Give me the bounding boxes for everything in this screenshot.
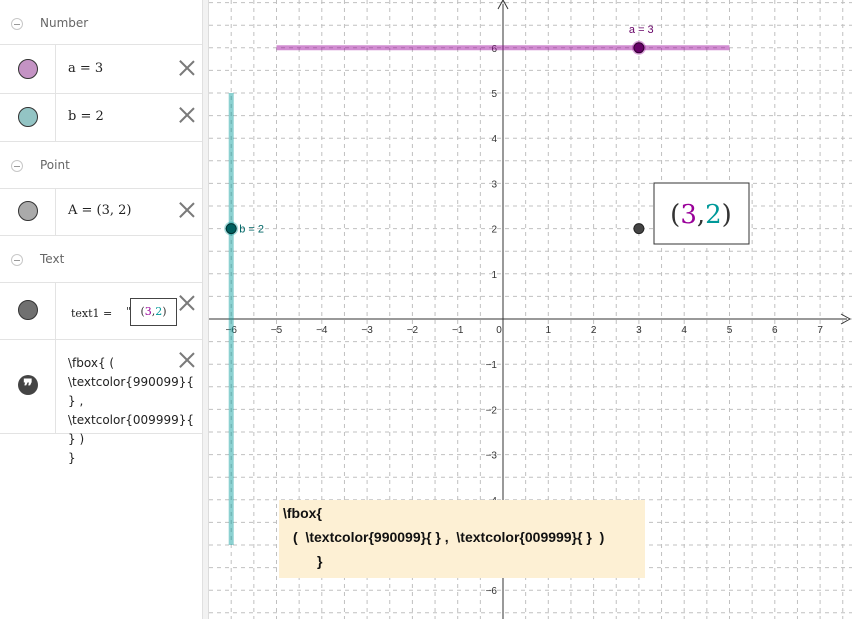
close-icon[interactable] (178, 201, 196, 219)
x-tick-label: 2 (591, 325, 597, 336)
algebra-item-text1[interactable]: text1 = " (3,2) (0, 282, 202, 340)
algebra-expression[interactable]: A = (3, 2) (68, 203, 132, 218)
close-icon[interactable] (178, 59, 196, 77)
close-icon[interactable] (178, 106, 196, 124)
marble-cell (0, 283, 56, 339)
latex-line: } (68, 451, 76, 465)
x-tick-label: −3 (361, 325, 373, 336)
slider-a-knob[interactable] (633, 42, 645, 54)
y-tick-label: −3 (486, 451, 498, 462)
visibility-marble-icon[interactable] (18, 59, 38, 79)
latex-box-line: ( \textcolor{990099}{ } , \textcolor{009… (293, 529, 604, 545)
group-title: Point (40, 158, 70, 172)
algebra-item-A[interactable]: A = (3, 2) (0, 188, 202, 236)
x-tick-label: 3 (636, 325, 642, 336)
marble-cell: ❞ (0, 340, 56, 433)
y-tick-label: 1 (491, 270, 497, 281)
y-tick-label: −2 (486, 405, 498, 416)
group-title: Number (40, 16, 89, 30)
group-header-text[interactable]: Text (0, 236, 202, 283)
preview-a: 3 (144, 305, 152, 318)
y-tick-label: −1 (486, 360, 498, 371)
algebra-item-a[interactable]: a = 3 (0, 44, 202, 94)
collapse-icon[interactable] (11, 160, 23, 172)
y-tick-label: 3 (491, 179, 497, 190)
visibility-marble-icon[interactable] (18, 201, 38, 221)
algebra-input-latex[interactable]: ❞ \fbox{ ( \textcolor{990099}{ } , \text… (0, 340, 202, 465)
latex-box-line: } (317, 553, 323, 569)
algebra-view: Number a = 3 b = 2 Point A = (3, 2) Text (0, 0, 202, 619)
x-tick-label: 6 (772, 325, 778, 336)
slider-b-knob[interactable] (225, 223, 237, 235)
close-icon[interactable] (178, 351, 196, 369)
marble-cell (0, 45, 56, 93)
latex-input-box[interactable]: \fbox{ ( \textcolor{990099}{ } , \textco… (279, 500, 645, 578)
text1-fbox[interactable]: (3,2) (653, 182, 750, 245)
x-tick-label: −2 (407, 325, 419, 336)
fbox-sep: , (697, 200, 705, 230)
slider-b-label: b = 2 (239, 224, 264, 236)
algebra-item-b[interactable]: b = 2 (0, 94, 202, 142)
x-tick-label: 7 (817, 325, 823, 336)
algebra-expression[interactable]: b = 2 (68, 109, 104, 124)
preview-close: ) (162, 305, 167, 318)
marble-cell (0, 94, 56, 141)
y-tick-label: 5 (491, 89, 497, 100)
x-tick-label: −4 (316, 325, 328, 336)
latex-line: \textcolor{990099}{ } , (68, 375, 194, 408)
slider-a-label: a = 3 (629, 24, 654, 36)
close-icon[interactable] (178, 294, 196, 312)
x-tick-label: 5 (727, 325, 733, 336)
group-title: Text (40, 252, 65, 266)
y-tick-label: −6 (486, 586, 498, 597)
y-tick-label: 4 (491, 134, 497, 145)
collapse-icon[interactable] (11, 18, 23, 30)
group-header-number[interactable]: Number (0, 0, 202, 47)
latex-line: \textcolor{009999}{ } ) (68, 413, 194, 446)
latex-box-line: \fbox{ (283, 505, 322, 521)
x-tick-label: −5 (271, 325, 283, 336)
view-divider[interactable] (202, 0, 209, 619)
fbox-b: 2 (705, 200, 722, 230)
group-header-point[interactable]: Point (0, 142, 202, 189)
latex-input-text[interactable]: \fbox{ ( \textcolor{990099}{ } , \textco… (68, 354, 202, 468)
visibility-marble-icon[interactable] (18, 107, 38, 127)
marble-cell (0, 189, 56, 235)
visibility-marble-icon[interactable] (18, 300, 38, 320)
graphics-view[interactable]: −6−5−4−3−2−101234567654321−1−2−3−4−5−6 a… (209, 0, 852, 619)
point-A[interactable] (633, 223, 645, 235)
x-tick-label: 1 (546, 325, 552, 336)
text1-label: text1 = (71, 307, 113, 320)
y-tick-label: 2 (491, 225, 497, 236)
algebra-expression[interactable]: a = 3 (68, 61, 103, 76)
fbox-a: 3 (680, 200, 697, 230)
fbox-open: ( (670, 200, 680, 230)
x-tick-label: 4 (681, 325, 687, 336)
collapse-icon[interactable] (11, 254, 23, 266)
x-tick-label: 0 (496, 325, 502, 336)
text1-preview-box[interactable]: (3,2) (130, 298, 177, 326)
fbox-text: (3,2) (670, 200, 732, 230)
quote-icon[interactable]: ❞ (18, 375, 38, 397)
x-tick-label: −1 (452, 325, 464, 336)
fbox-close: ) (722, 200, 732, 230)
